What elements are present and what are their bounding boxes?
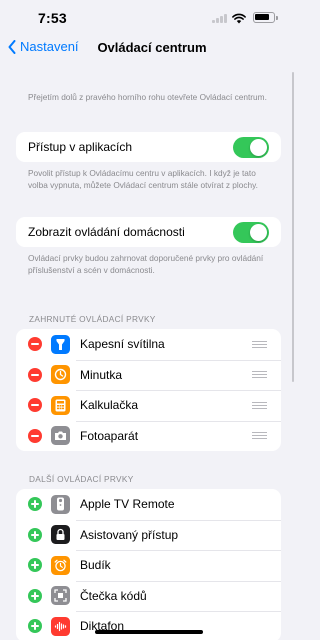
- home-controls-toggle[interactable]: [233, 221, 269, 243]
- access-in-apps-label: Přístup v aplikacích: [28, 140, 133, 154]
- lock-icon: [51, 525, 70, 545]
- reorder-handle-icon[interactable]: [252, 432, 267, 440]
- more-row-apple-tv-remote[interactable]: Apple TV Remote: [16, 489, 281, 520]
- navigation-bar: Nastavení Ovládací centrum: [0, 36, 296, 60]
- included-row-camera[interactable]: Fotoaparát: [16, 420, 281, 452]
- toggle-knob: [250, 138, 267, 156]
- status-time: 7:53: [38, 10, 67, 26]
- more-row-guided-access[interactable]: Asistovaný přístup: [16, 519, 281, 551]
- row-label: Kalkulačka: [80, 398, 139, 413]
- tv-remote-icon: [51, 494, 70, 514]
- reorder-handle-icon[interactable]: [252, 401, 267, 409]
- calculator-icon: [51, 395, 70, 415]
- add-button[interactable]: [28, 588, 42, 603]
- included-row-calculator[interactable]: Kalkulačka: [16, 390, 281, 421]
- row-label: Čtečka kódů: [80, 588, 147, 603]
- intro-text: Přejetím dolů z pravého horního rohu ote…: [28, 92, 267, 102]
- flashlight-icon: [51, 334, 70, 354]
- home-controls-label: Zobrazit ovládání domácnosti: [28, 225, 185, 239]
- access-in-apps-group: Přístup v aplikacích: [16, 132, 281, 162]
- scrollbar[interactable]: [292, 72, 294, 382]
- access-in-apps-toggle[interactable]: [233, 136, 269, 158]
- more-controls-header: DALŠÍ OVLÁDACÍ PRVKY: [29, 474, 134, 484]
- remove-button[interactable]: [28, 398, 42, 413]
- more-row-code-scanner[interactable]: Čtečka kódů: [16, 580, 281, 612]
- home-controls-description: Ovládací prvky budou zahrnovat doporučen…: [28, 253, 264, 275]
- page-title: Ovládací centrum: [97, 40, 207, 55]
- reorder-handle-icon[interactable]: [252, 371, 267, 379]
- row-label: Kapesní svítilna: [80, 337, 165, 352]
- timer-icon: [51, 365, 70, 385]
- remove-button[interactable]: [28, 337, 42, 352]
- voice-memos-icon: [51, 616, 70, 636]
- battery-icon: [253, 12, 278, 23]
- more-row-alarm[interactable]: Budík: [16, 550, 281, 581]
- code-scanner-icon: [51, 586, 70, 606]
- included-controls-header: ZAHRNUTÉ OVLÁDACÍ PRVKY: [29, 314, 156, 324]
- camera-icon: [51, 426, 70, 446]
- add-button[interactable]: [28, 497, 42, 512]
- more-controls-list: Apple TV Remote Asistovaný přístup Budík…: [16, 489, 281, 640]
- add-button[interactable]: [28, 558, 42, 573]
- included-controls-list: Kapesní svítilna Minutka Kalkulačka Foto…: [16, 329, 281, 451]
- remove-button[interactable]: [28, 367, 42, 382]
- row-label: Apple TV Remote: [80, 497, 175, 512]
- included-row-flashlight[interactable]: Kapesní svítilna: [16, 329, 281, 360]
- more-row-voice-memos[interactable]: Diktafon: [16, 611, 281, 640]
- row-label: Budík: [80, 558, 111, 573]
- row-label: Fotoaparát: [80, 428, 139, 443]
- add-button[interactable]: [28, 527, 42, 542]
- wifi-icon: [232, 13, 246, 24]
- alarm-icon: [51, 555, 70, 575]
- reorder-handle-icon[interactable]: [252, 340, 267, 348]
- access-in-apps-row[interactable]: Přístup v aplikacích: [16, 132, 281, 162]
- home-indicator[interactable]: [95, 630, 203, 634]
- battery-level: [255, 14, 269, 20]
- cellular-signal-icon: [212, 14, 228, 23]
- row-label: Minutka: [80, 367, 123, 382]
- status-bar: 7:53: [0, 0, 296, 36]
- access-in-apps-description: Povolit přístup k Ovládacímu centru v ap…: [28, 168, 258, 190]
- row-label: Asistovaný přístup: [80, 527, 179, 542]
- home-controls-group: Zobrazit ovládání domácnosti: [16, 217, 281, 247]
- add-button[interactable]: [28, 619, 42, 634]
- home-controls-row[interactable]: Zobrazit ovládání domácnosti: [16, 217, 281, 247]
- remove-button[interactable]: [28, 428, 42, 443]
- included-row-timer[interactable]: Minutka: [16, 359, 281, 391]
- toggle-knob: [250, 223, 267, 241]
